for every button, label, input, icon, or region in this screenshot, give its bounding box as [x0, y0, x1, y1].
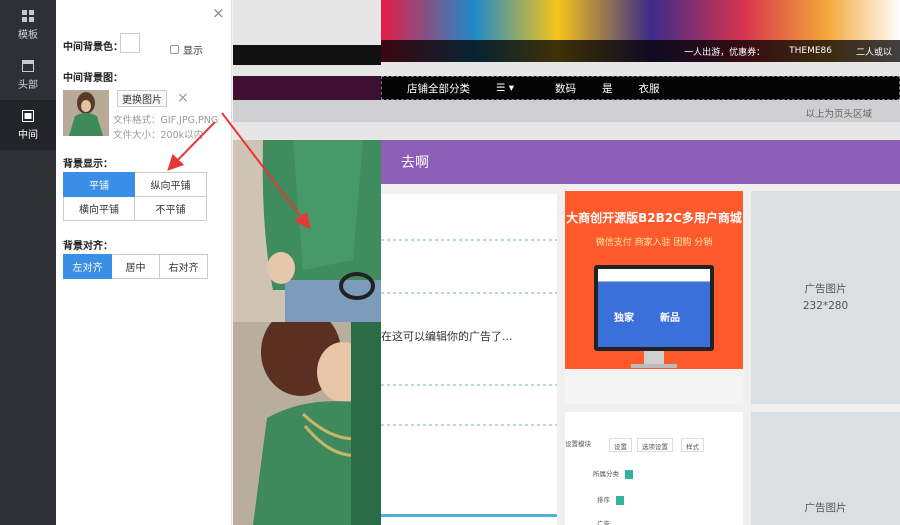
bg-tile-photo-1 — [233, 140, 381, 322]
display-no-tile-button[interactable]: 不平铺 — [134, 196, 207, 221]
header-window-icon — [22, 59, 34, 72]
ticker-text-3: 二人或以 — [855, 47, 892, 58]
bg-color-swatch[interactable] — [120, 33, 140, 53]
middle-layout-icon — [22, 109, 34, 122]
display-tile-button[interactable]: 平铺 — [63, 172, 135, 197]
monitor-stand — [644, 351, 664, 365]
mini-row-2: 排序 — [597, 494, 624, 505]
promo-ad-footer — [565, 369, 743, 404]
blurry-stripe-1 — [381, 239, 557, 241]
rail-label-middle: 中间 — [18, 129, 38, 141]
promo-tag-exclusive: 独家 — [614, 313, 634, 324]
ad-placeholder-2[interactable]: 广告图片 — [751, 412, 900, 525]
header-band — [233, 45, 381, 65]
display-tile-vertical-button[interactable]: 纵向平铺 — [134, 172, 207, 197]
ad-placeholder-2-label: 广告图片 — [804, 502, 847, 514]
blurry-ad-text: 在这可以编辑你的广告了... — [381, 330, 513, 343]
mini-tab-1: 设置 — [609, 438, 632, 452]
banner-ticker: 一人出游，优惠券： THEME86 二人或以 — [381, 40, 900, 62]
header-purple-band — [233, 76, 381, 100]
section-title-bar[interactable]: 去啊 — [381, 140, 900, 184]
show-checkbox[interactable] — [170, 45, 179, 54]
mini-settings-screenshot: 设置模块 设置 选项设置 样式 所属分类 排序 广告 — [565, 412, 743, 525]
monitor-illustration: 独家 新品 — [594, 265, 714, 351]
store-preview: 一人出游，优惠券： THEME86 二人或以 店铺全部分类 ☰ ▾ 数码 是 衣… — [233, 0, 900, 525]
bg-image-label: 中间背景图： — [63, 73, 123, 84]
nav-all-categories[interactable]: 店铺全部分类 — [382, 81, 483, 96]
promo-tag-new: 新品 — [660, 313, 680, 324]
mini-row-3: 广告 — [597, 520, 610, 525]
bg-align-options: 左对齐 居中 右对齐 — [63, 254, 208, 279]
bg-display-options: 平铺 纵向平铺 横向平铺 不平铺 — [63, 172, 207, 221]
blurry-stripe-5 — [381, 514, 557, 517]
ad-placeholder-1-size: 232*280 — [802, 299, 849, 312]
rail-item-template[interactable]: 模板 — [0, 0, 56, 50]
ticker-text-1: 一人出游，优惠券： — [684, 47, 766, 58]
mini-title: 设置模块 — [565, 440, 591, 448]
monitor-base — [631, 364, 677, 368]
ticker-text-2: THEME86 — [789, 46, 832, 56]
blurry-stripe-2 — [381, 292, 557, 294]
rail-label-template: 模板 — [18, 29, 38, 41]
left-rail: 模板 头部 中间 — [0, 0, 56, 525]
close-icon[interactable]: × — [212, 6, 225, 21]
store-navbar[interactable]: 店铺全部分类 ☰ ▾ 数码 是 衣服 — [381, 76, 900, 100]
b2b-promo-ad[interactable]: 大商创开源版B2B2C多用户商城 微信支付 商家入驻 团购 分销 独家 新品 — [565, 191, 743, 404]
show-label: 显示 — [183, 46, 203, 57]
promo-ad-title: 大商创开源版B2B2C多用户商城 — [566, 211, 742, 225]
blurry-stripe-4 — [381, 424, 557, 426]
align-left-button[interactable]: 左对齐 — [63, 254, 112, 279]
align-right-button[interactable]: 右对齐 — [159, 254, 208, 279]
show-toggle[interactable]: 显示 — [170, 42, 203, 57]
settings-panel: × 中间背景色： 显示 中间背景图： 更换图片 × 文件格式：GIF,JPG,P… — [56, 0, 232, 525]
ad-placeholder-1-label: 广告图片 — [804, 282, 847, 295]
rail-label-header: 头部 — [18, 79, 38, 91]
nav-shi[interactable]: 是 — [589, 81, 626, 96]
file-size-hint: 文件大小：200k以内 — [113, 130, 204, 141]
align-center-button[interactable]: 居中 — [111, 254, 160, 279]
template-grid-icon — [22, 9, 34, 22]
nav-clothes[interactable]: 衣服 — [626, 81, 673, 96]
bg-tile-photo-2 — [233, 322, 381, 525]
bg-image-thumbnail — [63, 90, 109, 136]
header-bottom-strip — [233, 100, 900, 122]
blurry-stripe-3 — [381, 384, 557, 386]
mini-row-1-label: 所属分类 — [593, 470, 619, 478]
mini-row-2-label: 排序 — [597, 496, 610, 504]
display-tile-horizontal-button[interactable]: 横向平铺 — [63, 196, 135, 221]
replace-image-button[interactable]: 更换图片 — [117, 90, 167, 107]
mini-tab-3: 样式 — [681, 438, 704, 452]
remove-image-icon[interactable]: × — [177, 90, 189, 106]
rail-item-header[interactable]: 头部 — [0, 50, 56, 100]
bg-display-label: 背景显示： — [63, 159, 113, 170]
mini-row-1: 所属分类 — [593, 468, 633, 479]
nav-menu-icon[interactable]: ☰ ▾ — [483, 82, 527, 94]
blurry-ad-block: 在这可以编辑你的广告了... — [381, 194, 557, 525]
ad-placeholder-1[interactable]: 广告图片 232*280 — [751, 191, 900, 404]
bg-align-label: 背景对齐： — [63, 241, 113, 252]
rail-item-middle[interactable]: 中间 — [0, 100, 56, 150]
promo-ad-subtitle: 微信支付 商家入驻 团购 分销 — [595, 238, 713, 248]
nav-digital[interactable]: 数码 — [527, 81, 589, 96]
file-format-hint: 文件格式：GIF,JPG,PNG — [113, 115, 219, 126]
mini-tab-2: 选项设置 — [637, 438, 673, 452]
header-area-hint: 以上为页头区域 — [805, 109, 872, 120]
bg-color-label: 中间背景色： — [63, 42, 123, 53]
